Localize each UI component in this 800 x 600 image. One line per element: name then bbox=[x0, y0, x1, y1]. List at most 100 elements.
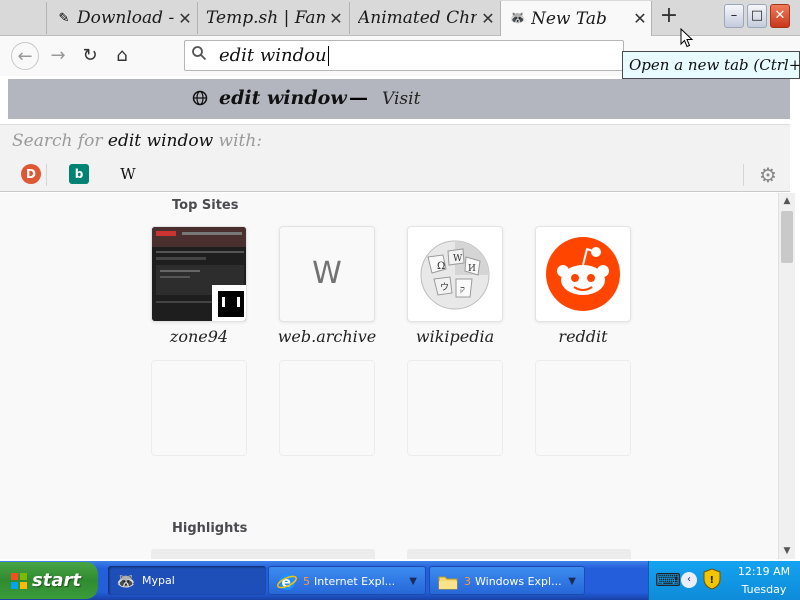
clock-day: Tuesday bbox=[741, 583, 787, 596]
top-site-empty-slot[interactable] bbox=[279, 360, 375, 456]
svg-text:Ω: Ω bbox=[437, 261, 445, 272]
divider bbox=[46, 164, 47, 186]
mouse-pointer-icon bbox=[680, 28, 694, 48]
new-tab-page: Top Sites zone94 W web.archive Ω W И ウ ק… bbox=[0, 193, 778, 559]
close-window-button[interactable]: ✕ bbox=[770, 4, 790, 28]
top-site-wikipedia[interactable]: Ω W И ウ ק bbox=[407, 226, 503, 322]
top-site-reddit[interactable] bbox=[535, 226, 631, 322]
tab-new-tab[interactable]: 🦝 New Tab ✕ bbox=[500, 1, 652, 36]
divider bbox=[743, 164, 744, 186]
tab-close-icon[interactable]: ✕ bbox=[325, 9, 347, 28]
search-with-query: edit window bbox=[107, 131, 214, 151]
mypal-icon: 🦝 bbox=[509, 11, 527, 26]
dropdown-arrow-icon: ▼ bbox=[568, 576, 576, 587]
tab-favicon-download-icon: ✎ bbox=[58, 10, 70, 26]
top-site-label[interactable]: web.archive bbox=[263, 327, 391, 346]
suggestion-action: Visit bbox=[382, 89, 421, 109]
home-button[interactable]: ⌂ bbox=[108, 42, 136, 70]
task-count: 5 bbox=[303, 575, 310, 588]
scrollbar-thumb[interactable] bbox=[781, 211, 793, 263]
suggestion-separator: — bbox=[349, 87, 368, 109]
tab-close-icon[interactable]: ✕ bbox=[477, 9, 499, 28]
maximize-button[interactable]: □ bbox=[747, 4, 767, 28]
tab-temp-sh[interactable]: Temp.sh | Fam ✕ bbox=[197, 2, 347, 34]
suggestion-query: edit window bbox=[219, 87, 347, 109]
duckduckgo-icon[interactable]: D bbox=[21, 164, 41, 184]
scroll-up-arrow-icon[interactable]: ▲ bbox=[779, 193, 795, 209]
task-label: Internet Expl... bbox=[314, 575, 396, 588]
text-caret bbox=[327, 46, 329, 66]
taskbar-group-internet-explorer[interactable]: e 5 Internet Expl... ▼ bbox=[268, 566, 426, 595]
top-site-label[interactable]: wikipedia bbox=[391, 327, 519, 346]
taskbar-item-mypal[interactable]: 🦝 Mypal bbox=[108, 566, 266, 595]
internet-explorer-icon: e bbox=[277, 572, 297, 592]
tab-title: Temp.sh | Fam bbox=[206, 8, 325, 28]
search-with-suffix: with: bbox=[218, 131, 263, 151]
highlights-heading: Highlights bbox=[172, 521, 248, 536]
one-off-search-engines: D b W ⚙ bbox=[0, 158, 790, 192]
tab-title: New Tab bbox=[531, 8, 607, 29]
clock-time[interactable]: 12:19 AM bbox=[729, 565, 799, 578]
autocomplete-suggestion[interactable]: edit window — Visit bbox=[8, 79, 790, 119]
reddit-icon bbox=[546, 237, 620, 311]
address-value: edit windou bbox=[219, 45, 327, 66]
svg-text:ק: ק bbox=[460, 285, 465, 295]
scroll-down-arrow-icon[interactable]: ▼ bbox=[779, 543, 795, 559]
windows-logo-icon bbox=[10, 572, 28, 590]
keyboard-icon[interactable]: ⌨ bbox=[655, 570, 681, 591]
forward-button[interactable]: → bbox=[44, 42, 72, 70]
search-with-row: Search for edit window with: bbox=[0, 124, 790, 158]
system-tray: ⌨ ‹ ! 12:19 AM Tuesday bbox=[648, 561, 800, 600]
chevron-left-icon[interactable]: ‹ bbox=[681, 572, 697, 588]
bing-icon[interactable]: b bbox=[69, 164, 89, 184]
tab-download[interactable]: ✎ Download - ✕ bbox=[46, 2, 196, 34]
wikipedia-icon[interactable]: W bbox=[118, 164, 138, 184]
wikipedia-globe-icon: Ω W И ウ ק bbox=[420, 240, 490, 310]
security-shield-icon[interactable]: ! bbox=[702, 568, 722, 595]
top-site-label[interactable]: zone94 bbox=[135, 327, 263, 346]
taskbar-group-windows-explorer[interactable]: 3 Windows Expl... ▼ bbox=[429, 566, 585, 595]
svg-text:W: W bbox=[453, 254, 463, 264]
svg-text:И: И bbox=[468, 264, 476, 274]
taskbar: start 🦝 Mypal e 5 Internet Expl... ▼ 3 Win… bbox=[0, 561, 800, 600]
top-site-label[interactable]: reddit bbox=[519, 327, 647, 346]
task-label: Windows Expl... bbox=[475, 575, 562, 588]
svg-text:ウ: ウ bbox=[440, 282, 449, 293]
start-button[interactable]: start bbox=[0, 562, 98, 599]
new-tab-button[interactable]: + bbox=[656, 4, 682, 30]
zone94-thumbnail bbox=[152, 227, 246, 321]
tab-close-icon[interactable]: ✕ bbox=[629, 9, 651, 28]
new-tab-tooltip: Open a new tab (Ctrl+T) bbox=[622, 51, 800, 79]
dropdown-arrow-icon: ▼ bbox=[409, 576, 417, 587]
address-input[interactable]: edit windou bbox=[219, 45, 329, 66]
globe-icon bbox=[192, 90, 208, 110]
top-sites-heading: Top Sites bbox=[172, 198, 239, 213]
top-site-web-archive[interactable]: W bbox=[279, 226, 375, 322]
search-icon bbox=[191, 45, 207, 65]
search-with-label: Search for edit window with: bbox=[12, 131, 262, 151]
task-count: 3 bbox=[464, 575, 471, 588]
top-site-empty-slot[interactable] bbox=[151, 360, 247, 456]
highlight-card[interactable] bbox=[407, 549, 631, 559]
reload-button[interactable]: ↻ bbox=[76, 42, 104, 70]
address-bar[interactable]: edit windou bbox=[184, 40, 624, 71]
tab-title: Animated Christ bbox=[358, 8, 477, 28]
tab-animated-christ[interactable]: Animated Christ ✕ bbox=[349, 2, 499, 34]
top-site-empty-slot[interactable] bbox=[535, 360, 631, 456]
mypal-icon: 🦝 bbox=[116, 572, 136, 590]
page-scrollbar[interactable]: ▲ ▼ bbox=[778, 193, 795, 559]
back-button[interactable]: ← bbox=[11, 42, 39, 70]
letter-w-icon: W bbox=[312, 256, 342, 291]
minimize-button[interactable]: – bbox=[724, 4, 744, 28]
search-with-prefix: Search for bbox=[12, 131, 103, 151]
start-label: start bbox=[32, 570, 81, 591]
tab-close-icon[interactable]: ✕ bbox=[174, 9, 196, 28]
tab-title: Download - bbox=[77, 8, 174, 28]
folder-icon bbox=[438, 572, 458, 592]
gear-icon[interactable]: ⚙ bbox=[759, 163, 777, 187]
highlight-card[interactable] bbox=[151, 549, 375, 559]
svg-text:!: ! bbox=[710, 575, 715, 586]
task-label: Mypal bbox=[142, 574, 175, 587]
top-site-zone94[interactable] bbox=[151, 226, 247, 322]
top-site-empty-slot[interactable] bbox=[407, 360, 503, 456]
